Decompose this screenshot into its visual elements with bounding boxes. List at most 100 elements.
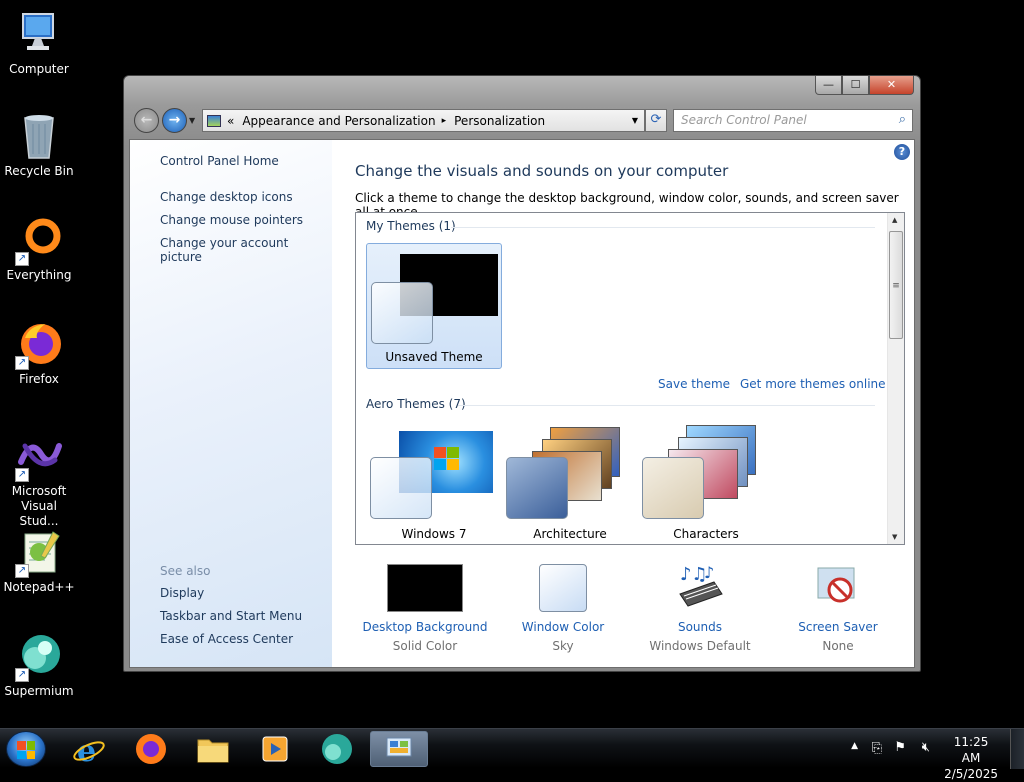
search-icon[interactable]: ⌕ bbox=[899, 112, 906, 127]
change-mouse-pointers-link[interactable]: Change mouse pointers bbox=[160, 213, 303, 227]
desktop-background-link[interactable]: Desktop Background bbox=[355, 620, 495, 634]
desktop-icon-label: Microsoft Visual Stud... bbox=[11, 484, 67, 528]
file-explorer-icon bbox=[197, 739, 229, 763]
desktop-icon-firefox[interactable]: ↗ Firefox bbox=[0, 320, 78, 387]
address-bar[interactable]: « Appearance and Personalization ▸ Perso… bbox=[202, 109, 645, 132]
desktop-background-preview bbox=[387, 564, 463, 612]
taskbar-media-player[interactable] bbox=[248, 731, 302, 767]
clock-time: 11:25 AM bbox=[953, 735, 989, 765]
clock-date: 2/5/2025 bbox=[944, 767, 998, 781]
desktop-background-setting[interactable]: Desktop Background Solid Color bbox=[355, 564, 495, 653]
get-more-themes-link[interactable]: Get more themes online bbox=[740, 377, 886, 391]
desktop-icon-recycle-bin[interactable]: Recycle Bin bbox=[0, 112, 78, 179]
recent-pages-chevron-down-icon[interactable]: ▼ bbox=[189, 116, 195, 125]
theme-name: Architecture bbox=[533, 527, 607, 541]
desktop-icon-everything[interactable]: ↗ Everything bbox=[0, 216, 78, 283]
sounds-value: Windows Default bbox=[649, 639, 751, 653]
volume-muted-icon[interactable]: 🔇︎ bbox=[922, 740, 930, 755]
shortcut-arrow-icon: ↗ bbox=[15, 468, 29, 482]
breadcrumb-appearance[interactable]: Appearance and Personalization bbox=[242, 114, 435, 128]
desktop-icon-label: Firefox bbox=[19, 372, 59, 386]
control-panel-home-link[interactable]: Control Panel Home bbox=[160, 154, 279, 168]
group-divider bbox=[458, 405, 875, 406]
screen-saver-link[interactable]: Screen Saver bbox=[768, 620, 908, 634]
shortcut-arrow-icon: ↗ bbox=[15, 668, 29, 682]
recycle-bin-icon bbox=[15, 112, 63, 160]
shortcut-arrow-icon: ↗ bbox=[15, 564, 29, 578]
theme-architecture[interactable]: Architecture bbox=[502, 421, 638, 544]
firefox-icon bbox=[136, 734, 166, 764]
clock[interactable]: 11:25 AM 2/5/2025 bbox=[944, 734, 998, 782]
close-button[interactable]: ✕ bbox=[869, 76, 914, 95]
desktop-icon-label: Computer bbox=[9, 62, 69, 76]
see-also-heading: See also bbox=[160, 564, 211, 578]
windows-logo-icon bbox=[17, 741, 35, 759]
desktop-icon-label: Recycle Bin bbox=[4, 164, 74, 178]
search-placeholder: Search Control Panel bbox=[681, 113, 807, 127]
change-account-picture-link[interactable]: Change your account picture bbox=[160, 236, 332, 264]
scrollbar-thumb[interactable]: ≡ bbox=[889, 231, 903, 339]
sounds-setting[interactable]: ♪♫ ♪ Sounds Windows Default bbox=[630, 563, 770, 653]
show-hidden-icons-arrow[interactable]: ▲ bbox=[851, 741, 858, 751]
aero-themes-header: Aero Themes (7) bbox=[366, 397, 466, 411]
search-input[interactable]: Search Control Panel ⌕ bbox=[673, 109, 913, 132]
breadcrumb-overflow[interactable]: « bbox=[227, 114, 234, 128]
action-center-flag-icon[interactable]: ⚑ bbox=[894, 740, 906, 755]
theme-characters[interactable]: Characters bbox=[638, 421, 774, 544]
desktop: Computer Recycle Bin ↗ Everything ↗ Fire… bbox=[0, 0, 1024, 728]
address-dropdown-chevron-down-icon[interactable]: ▼ bbox=[632, 116, 638, 125]
display-link[interactable]: Display bbox=[160, 586, 204, 600]
maximize-button[interactable]: ☐ bbox=[842, 76, 869, 95]
window-color-link[interactable]: Window Color bbox=[493, 620, 633, 634]
scroll-up-arrow-icon[interactable]: ▲ bbox=[892, 216, 897, 224]
desktop-icon-supermium[interactable]: ↗ Supermium bbox=[0, 632, 78, 699]
sounds-link[interactable]: Sounds bbox=[630, 620, 770, 634]
windows-logo-icon bbox=[434, 447, 459, 470]
theme-window-color-swatch bbox=[370, 457, 432, 519]
theme-window-color-swatch bbox=[642, 457, 704, 519]
refresh-button[interactable]: ⟳ bbox=[645, 109, 667, 132]
svg-text:♪: ♪ bbox=[704, 564, 714, 582]
window-color-setting[interactable]: Window Color Sky bbox=[493, 564, 633, 653]
screen-saver-setting[interactable]: Screen Saver None bbox=[768, 564, 908, 653]
back-button[interactable]: ← bbox=[134, 108, 159, 133]
control-panel-icon bbox=[207, 114, 221, 127]
show-desktop-button[interactable] bbox=[1010, 729, 1024, 769]
save-theme-link[interactable]: Save theme bbox=[658, 377, 730, 391]
change-desktop-icons-link[interactable]: Change desktop icons bbox=[160, 190, 293, 204]
supermium-icon bbox=[322, 734, 352, 764]
taskbar-internet-explorer[interactable]: e bbox=[62, 731, 116, 769]
theme-windows-7[interactable]: Windows 7 bbox=[366, 421, 502, 544]
desktop-icon-computer[interactable]: Computer bbox=[0, 10, 78, 77]
navigation-bar: ← → ▼ « Appearance and Personalization ▸… bbox=[132, 106, 914, 134]
breadcrumb-separator-icon[interactable]: ▸ bbox=[442, 116, 447, 126]
window-content: Control Panel Home Change desktop icons … bbox=[129, 139, 915, 668]
theme-list-scrollbar[interactable]: ▲ ≡ ▼ bbox=[887, 213, 904, 544]
screen-saver-icon bbox=[814, 564, 862, 612]
start-button[interactable] bbox=[6, 731, 46, 767]
desktop-icon-label: Supermium bbox=[4, 684, 74, 698]
theme-unsaved[interactable]: Unsaved Theme bbox=[366, 243, 502, 369]
desktop-icon-visual-studio[interactable]: ↗ Microsoft Visual Stud... bbox=[0, 432, 78, 529]
taskbar: e ▲ ⎘ ⚑ 🔇︎ 11:25 AM 2/5/2025 bbox=[0, 728, 1024, 781]
ease-of-access-link[interactable]: Ease of Access Center bbox=[160, 632, 293, 646]
help-icon[interactable]: ? bbox=[894, 144, 910, 160]
taskbar-start-menu-link[interactable]: Taskbar and Start Menu bbox=[160, 609, 302, 623]
network-icon[interactable]: ⎘ bbox=[872, 741, 882, 756]
forward-button[interactable]: → bbox=[162, 108, 187, 133]
caption-buttons: — ☐ ✕ bbox=[815, 76, 914, 96]
minimize-button[interactable]: — bbox=[815, 76, 842, 95]
breadcrumb-personalization[interactable]: Personalization bbox=[454, 114, 545, 128]
taskbar-firefox[interactable] bbox=[124, 731, 178, 767]
media-player-icon bbox=[262, 736, 288, 762]
supermium-icon: ↗ bbox=[15, 632, 63, 682]
taskbar-control-panel[interactable] bbox=[370, 731, 428, 767]
scroll-down-arrow-icon[interactable]: ▼ bbox=[892, 533, 897, 541]
taskbar-file-explorer[interactable] bbox=[186, 731, 240, 767]
theme-name: Characters bbox=[673, 527, 739, 541]
sounds-icon: ♪♫ ♪ bbox=[674, 563, 726, 612]
left-task-pane: Control Panel Home Change desktop icons … bbox=[130, 140, 332, 667]
taskbar-supermium[interactable] bbox=[310, 731, 364, 767]
desktop-icon-notepad-plus-plus[interactable]: ↗ Notepad++ bbox=[0, 528, 78, 595]
personalization-window: — ☐ ✕ ← → ▼ « Appearance and Personaliza… bbox=[123, 75, 921, 672]
